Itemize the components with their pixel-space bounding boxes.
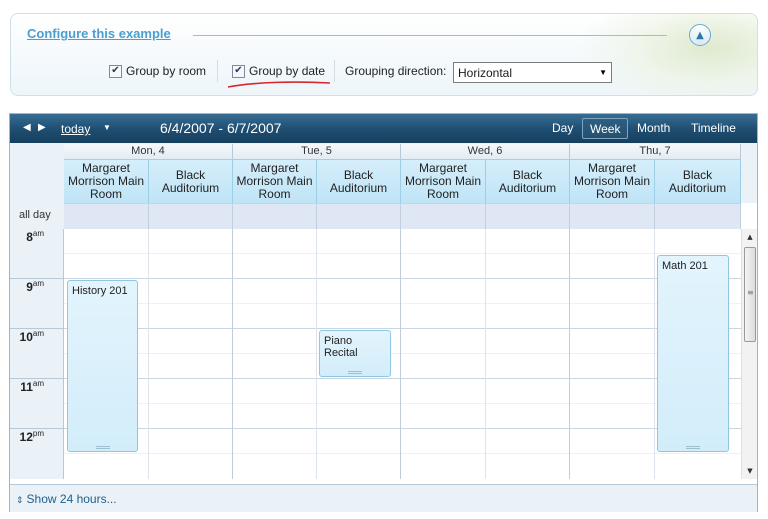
option-separator xyxy=(217,60,218,82)
group-by-room-option[interactable]: ✔ Group by room xyxy=(109,64,206,78)
appointment-title: Math 201 xyxy=(662,260,708,272)
half-hour-line xyxy=(64,403,741,404)
column-line xyxy=(485,229,486,479)
next-arrow-icon[interactable]: ▶ xyxy=(38,122,46,133)
configure-panel: Configure this example ▲ ✔ Group by room… xyxy=(10,13,758,96)
appointment-title: Piano Recital xyxy=(324,335,358,359)
hour-line xyxy=(64,378,741,379)
dropdown-arrow-icon: ▼ xyxy=(599,68,607,77)
view-week-button[interactable]: Week xyxy=(582,118,629,139)
all-day-cell[interactable] xyxy=(317,204,401,229)
view-timeline-button[interactable]: Timeline xyxy=(684,118,743,139)
hour-line xyxy=(64,328,741,329)
day-column-line xyxy=(232,229,233,479)
grouping-direction-label: Grouping direction: xyxy=(345,64,447,78)
vertical-scrollbar[interactable]: ▲ ≡ ▼ xyxy=(741,229,757,479)
day-header-mon: Mon, 4 xyxy=(64,144,233,159)
half-hour-line xyxy=(64,253,741,254)
column-line xyxy=(316,229,317,479)
all-day-cell[interactable] xyxy=(655,204,741,229)
scheduler-toolbar: ◀ ▶ today ▼ 6/4/2007 - 6/7/2007 Day Week… xyxy=(10,114,757,143)
all-day-cell[interactable] xyxy=(233,204,317,229)
hour-label-10: 10am xyxy=(19,329,44,344)
scroll-up-arrow-icon[interactable]: ▲ xyxy=(742,229,758,245)
hour-line xyxy=(64,428,741,429)
group-by-room-checkbox[interactable]: ✔ xyxy=(109,64,122,78)
hour-label-12: 12pm xyxy=(19,429,44,444)
resource-header-black-auditorium: Black Auditorium xyxy=(149,159,233,203)
resource-header-black-auditorium: Black Auditorium xyxy=(655,159,741,203)
day-header-tue: Tue, 5 xyxy=(233,144,401,159)
appointment-history-201[interactable]: History 201 xyxy=(67,280,138,452)
scheduler: ◀ ▶ today ▼ 6/4/2007 - 6/7/2007 Day Week… xyxy=(9,113,758,512)
resource-header-black-auditorium: Black Auditorium xyxy=(486,159,570,203)
time-column: 8am 9am 10am 11am 12pm xyxy=(10,229,64,479)
previous-arrow-icon[interactable]: ◀ xyxy=(23,122,31,133)
all-day-label: all day xyxy=(10,203,64,229)
group-by-date-option[interactable]: ✔ Group by date xyxy=(232,64,325,78)
day-header-thu: Thu, 7 xyxy=(570,144,741,159)
group-by-room-label: Group by room xyxy=(126,64,207,78)
grouping-direction-value: Horizontal xyxy=(458,65,513,80)
hour-label-9: 9am xyxy=(26,279,44,294)
hour-label-11: 11am xyxy=(20,379,44,394)
option-separator xyxy=(334,60,335,82)
configure-title-link[interactable]: Configure this example xyxy=(27,26,171,41)
appointment-math-201[interactable]: Math 201 xyxy=(657,255,729,452)
all-day-cell[interactable] xyxy=(401,204,486,229)
day-column-line xyxy=(400,229,401,479)
resource-header-black-auditorium: Black Auditorium xyxy=(317,159,401,203)
today-link[interactable]: today xyxy=(61,122,90,136)
today-dropdown-icon[interactable]: ▼ xyxy=(103,123,111,132)
show-24-hours-link[interactable]: ⇕ Show 24 hours... xyxy=(16,492,117,506)
all-day-cell[interactable] xyxy=(486,204,570,229)
resource-header-margaret-morrison: Margaret Morrison Main Room xyxy=(233,159,317,203)
date-range: 6/4/2007 - 6/7/2007 xyxy=(160,120,282,136)
collapse-chevron-up-icon[interactable]: ▲ xyxy=(689,24,711,46)
appointment-piano-recital[interactable]: Piano Recital xyxy=(319,330,391,377)
resource-header-margaret-morrison: Margaret Morrison Main Room xyxy=(401,159,486,203)
scrollbar-thumb[interactable]: ≡ xyxy=(744,247,756,342)
all-day-cell[interactable] xyxy=(570,204,655,229)
scroll-down-arrow-icon[interactable]: ▼ xyxy=(742,463,758,479)
half-hour-line xyxy=(64,353,741,354)
resize-grip-icon[interactable] xyxy=(95,446,110,449)
half-hour-line xyxy=(64,303,741,304)
all-day-cell[interactable] xyxy=(149,204,233,229)
group-by-date-label: Group by date xyxy=(249,64,326,78)
resource-header-margaret-morrison: Margaret Morrison Main Room xyxy=(64,159,149,203)
view-day-button[interactable]: Day xyxy=(545,118,580,139)
appointment-title: History 201 xyxy=(72,285,128,297)
grouping-direction-select[interactable]: Horizontal ▼ xyxy=(453,62,612,83)
resize-grip-icon[interactable] xyxy=(348,371,362,374)
expand-arrows-icon: ⇕ xyxy=(16,495,24,505)
half-hour-line xyxy=(64,453,741,454)
column-line xyxy=(654,229,655,479)
all-day-cell[interactable] xyxy=(64,204,149,229)
hour-label-8: 8am xyxy=(26,229,44,244)
decorative-swoosh xyxy=(577,14,757,95)
day-column-line xyxy=(569,229,570,479)
group-by-date-checkbox[interactable]: ✔ xyxy=(232,64,245,78)
view-month-button[interactable]: Month xyxy=(630,118,677,139)
column-line xyxy=(148,229,149,479)
resource-header-margaret-morrison: Margaret Morrison Main Room xyxy=(570,159,655,203)
time-grid[interactable]: 8am 9am 10am 11am 12pm History 201 Piano… xyxy=(10,229,741,479)
resize-grip-icon[interactable] xyxy=(686,446,700,449)
day-header-wed: Wed, 6 xyxy=(401,144,570,159)
scheduler-footer: ⇕ Show 24 hours... xyxy=(10,484,757,512)
hour-line xyxy=(64,278,741,279)
title-divider xyxy=(193,35,667,36)
